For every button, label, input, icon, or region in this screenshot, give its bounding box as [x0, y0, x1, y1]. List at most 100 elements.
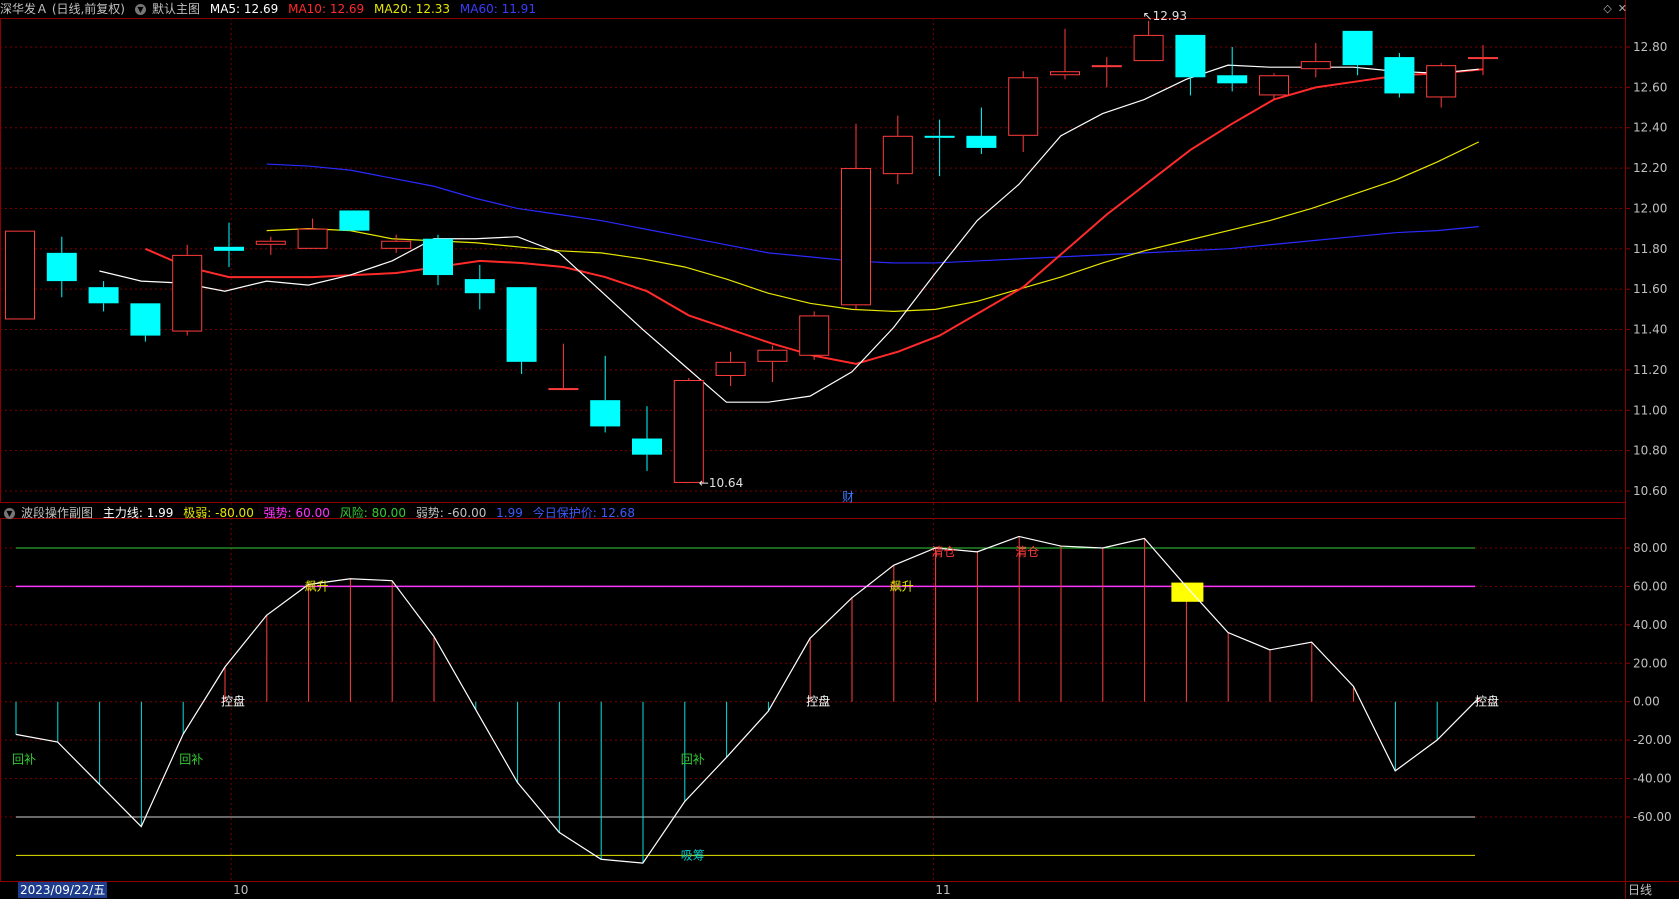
- candlestick: [799, 311, 830, 360]
- candle-body-down: [1342, 30, 1373, 66]
- candlestick: [1217, 47, 1248, 92]
- candle-body-up: [1133, 34, 1164, 62]
- candlestick: [339, 210, 370, 231]
- candlestick: [506, 287, 537, 374]
- high-price-annotation: ↖12.93: [1143, 9, 1187, 23]
- candle-body-down: [130, 303, 161, 336]
- candlestick: [757, 345, 788, 383]
- candlestick: [297, 218, 328, 249]
- signal-label: 控盘: [221, 694, 245, 709]
- main-axis-tick-label: 12.20: [1633, 161, 1667, 175]
- candle-body-up: [673, 380, 704, 483]
- candlestick: [841, 123, 871, 310]
- sub-axis-tick-label: 20.00: [1633, 656, 1667, 670]
- candlestick: [423, 234, 453, 286]
- weak-indicator: 弱势: -60.00: [415, 506, 487, 520]
- main-axis-tick-label: 12.00: [1633, 201, 1667, 215]
- candle-body-up: [297, 228, 328, 249]
- chevron-down-icon[interactable]: ▼: [135, 4, 146, 15]
- chart-name[interactable]: 默认主图: [152, 2, 200, 16]
- candlestick: [130, 303, 161, 342]
- candle-body-up: [715, 361, 746, 376]
- candle-body-up: [882, 135, 913, 175]
- extreme-weak-indicator: 极弱: -80.00: [183, 506, 254, 520]
- sub-axis-tick-label: 60.00: [1633, 579, 1667, 593]
- candlestick: [464, 264, 495, 310]
- ma20-indicator: MA20: 12.33: [374, 2, 451, 16]
- candlestick: [715, 351, 746, 387]
- main-axis-tick-label: 10.60: [1633, 484, 1667, 498]
- candle-body-up: [381, 240, 412, 249]
- candle-body-up: [548, 388, 579, 391]
- finance-event-marker[interactable]: 财: [842, 488, 854, 505]
- candlestick: [214, 222, 244, 267]
- candlestick: [1008, 71, 1039, 152]
- sub-axis-tick-label: -60.00: [1633, 810, 1672, 824]
- ma5-indicator: MA5: 12.69: [209, 2, 279, 16]
- signal-label: 飙升: [305, 578, 329, 593]
- candle-body-up: [1008, 77, 1039, 136]
- candlestick: [1091, 57, 1122, 88]
- chevron-down-icon[interactable]: ▼: [4, 508, 15, 519]
- candle-body-down: [506, 287, 537, 362]
- sub-chart-info-bar: ▼ 波段操作副图 主力线: 1.99 极弱: -80.00 强势: 60.00 风…: [0, 504, 641, 522]
- main-axis-tick-label: 11.00: [1633, 403, 1667, 417]
- main-axis-tick-label: 11.60: [1633, 282, 1667, 296]
- selected-date-label: 2023/09/22/五: [18, 882, 108, 898]
- candle-body-up: [757, 349, 788, 362]
- candle-body-up: [1426, 65, 1457, 98]
- signal-label: 吸筹: [681, 848, 705, 862]
- candle-body-up: [1091, 65, 1122, 68]
- candle-body-up: [172, 254, 203, 332]
- month-label-10: 10: [233, 883, 248, 897]
- period-label[interactable]: 日线: [1628, 882, 1652, 898]
- main-panel-frame: [0, 18, 1626, 503]
- chart-canvas[interactable]: 12.80 12.60 12.40 12.20 12.00 11.80 11.60 11.40…: [0, 0, 1679, 899]
- candlestick: [1133, 20, 1164, 62]
- candle-body-down: [46, 252, 77, 282]
- candle-body-down: [88, 287, 119, 304]
- candle-body-down: [632, 438, 662, 455]
- risk-indicator: 风险: 80.00: [339, 506, 406, 520]
- stock-title[interactable]: 深华发Ａ (日线,前复权): [0, 2, 125, 16]
- protect-price-indicator: 今日保护价: 12.68: [532, 506, 635, 520]
- sub-axis-tick-label: 40.00: [1633, 618, 1667, 632]
- candle-body-up: [1050, 71, 1080, 76]
- signal-label: 控盘: [806, 694, 830, 709]
- candlestick: [1050, 28, 1080, 80]
- candle-body-up: [841, 168, 871, 306]
- main-line-indicator: 主力线: 1.99: [102, 506, 174, 520]
- strong-indicator: 强势: 60.00: [263, 506, 330, 520]
- signal-label: 飙升: [890, 578, 914, 593]
- main-axis-tick-label: 12.80: [1633, 40, 1667, 54]
- close-icon[interactable]: ✕: [1618, 2, 1627, 15]
- candle-body-down: [464, 279, 495, 294]
- candle-body-down: [1217, 75, 1248, 84]
- candlestick: [1426, 63, 1457, 108]
- diamond-icon[interactable]: ◇: [1603, 2, 1611, 15]
- signal-label: 回补: [681, 752, 705, 766]
- candle-body-down: [339, 210, 370, 231]
- candlestick: [1384, 53, 1415, 98]
- low-price-annotation: ←10.64: [699, 476, 743, 490]
- sub-chart-title[interactable]: 波段操作副图: [21, 506, 93, 520]
- main-axis-tick-label: 10.80: [1633, 444, 1667, 458]
- candlestick: [88, 281, 119, 312]
- chart-corner-controls: ◇ ✕: [1597, 2, 1627, 15]
- sub-axis-tick-label: -20.00: [1633, 733, 1672, 747]
- candlestick: [673, 377, 704, 483]
- candle-body-up: [1468, 57, 1498, 60]
- candlestick: [5, 230, 35, 320]
- main-chart-info-bar: 深华发Ａ (日线,前复权) ▼ 默认主图 MA5: 12.69 MA10: 12.6…: [0, 0, 542, 18]
- sub-axis-tick-label: 80.00: [1633, 541, 1667, 555]
- sub-axis-tick-label: 0.00: [1633, 695, 1660, 709]
- month-label-11: 11: [935, 883, 950, 897]
- candlestick: [882, 115, 913, 185]
- signal-label: 控盘: [1475, 694, 1499, 709]
- candlestick: [172, 244, 203, 336]
- candlestick: [1175, 34, 1206, 96]
- candle-body-down: [966, 135, 997, 148]
- candle-body-down: [214, 246, 244, 251]
- main-axis-tick-label: 11.80: [1633, 242, 1667, 256]
- signal-label: 清仓: [1015, 545, 1039, 559]
